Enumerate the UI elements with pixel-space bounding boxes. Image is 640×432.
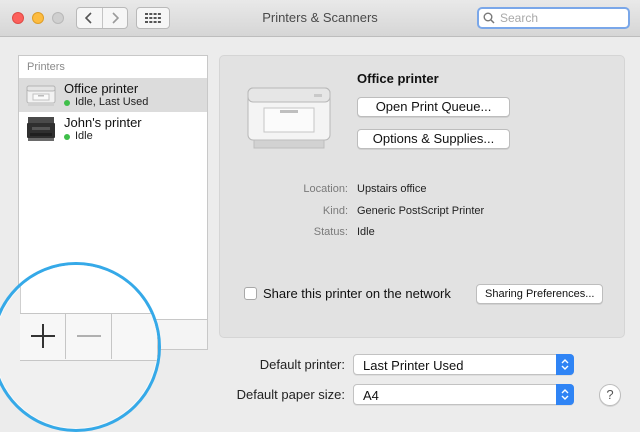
window-title: Printers & Scanners [262, 10, 378, 25]
printer-detail-panel: Office printer Open Print Queue... Optio… [219, 55, 625, 338]
selected-printer-name: Office printer [357, 71, 439, 86]
options-supplies-button[interactable]: Options & Supplies... [357, 129, 510, 149]
title-bar: Printers & Scanners [0, 0, 640, 37]
kind-label: Kind: [322, 205, 348, 217]
printer-status: Idle [64, 130, 142, 143]
share-printer-row: Share this printer on the network [244, 286, 451, 301]
printer-name: Office printer [64, 81, 139, 96]
default-printer-label: Default printer: [259, 357, 345, 372]
magnifier-callout [0, 262, 161, 432]
status-dot-icon [64, 99, 70, 106]
grid-icon [145, 13, 161, 23]
back-button[interactable] [77, 8, 102, 28]
magnified-list-area [20, 265, 158, 317]
select-stepper-icon [556, 384, 574, 405]
remove-printer-button[interactable] [66, 313, 112, 359]
search-icon [483, 12, 495, 24]
select-stepper-icon [556, 354, 574, 375]
forward-button[interactable] [101, 8, 128, 28]
minimize-window-button[interactable] [32, 12, 44, 24]
status-value: Idle [357, 226, 375, 238]
open-print-queue-button[interactable]: Open Print Queue... [357, 97, 510, 117]
printer-options-button[interactable] [112, 313, 158, 359]
back-forward-group [76, 7, 128, 29]
chevron-right-icon [112, 12, 119, 24]
default-printer-select[interactable]: Last Printer Used [353, 354, 574, 375]
plus-icon [30, 324, 55, 348]
multifunction-printer-icon [27, 117, 55, 141]
printer-item-johns[interactable]: John's printer Idle [19, 112, 207, 146]
printers-list-header: Printers [27, 61, 65, 73]
help-button[interactable]: ? [599, 384, 621, 406]
printer-item-office[interactable]: Office printer Idle, Last Used [19, 78, 207, 112]
paper-size-value: A4 [363, 388, 379, 403]
laser-printer-icon [26, 85, 56, 106]
sharing-preferences-button[interactable]: Sharing Preferences... [476, 284, 604, 304]
paper-size-select[interactable]: A4 [353, 384, 574, 405]
show-all-button[interactable] [136, 7, 170, 29]
printer-status-text: Idle, Last Used [75, 96, 149, 108]
printer-status: Idle, Last Used [64, 96, 148, 109]
location-label: Location: [303, 183, 348, 195]
chevron-left-icon [85, 12, 92, 24]
share-printer-label: Share this printer on the network [263, 286, 451, 301]
kind-value: Generic PostScript Printer [357, 205, 485, 217]
default-printer-value: Last Printer Used [363, 358, 464, 373]
search-input[interactable] [498, 10, 622, 26]
share-printer-checkbox[interactable] [244, 287, 257, 300]
printer-status-text: Idle [75, 130, 93, 142]
status-dot-icon [64, 133, 70, 140]
close-window-button[interactable] [12, 12, 24, 24]
paper-size-label: Default paper size: [236, 387, 345, 402]
printer-name: John's printer [64, 115, 142, 130]
location-value: Upstairs office [357, 183, 427, 195]
zoom-window-button[interactable] [52, 12, 64, 24]
status-label: Status: [313, 226, 348, 238]
add-printer-button[interactable] [20, 313, 66, 359]
search-field[interactable] [477, 7, 630, 29]
minus-icon [76, 335, 101, 337]
laser-printer-icon [247, 87, 331, 149]
